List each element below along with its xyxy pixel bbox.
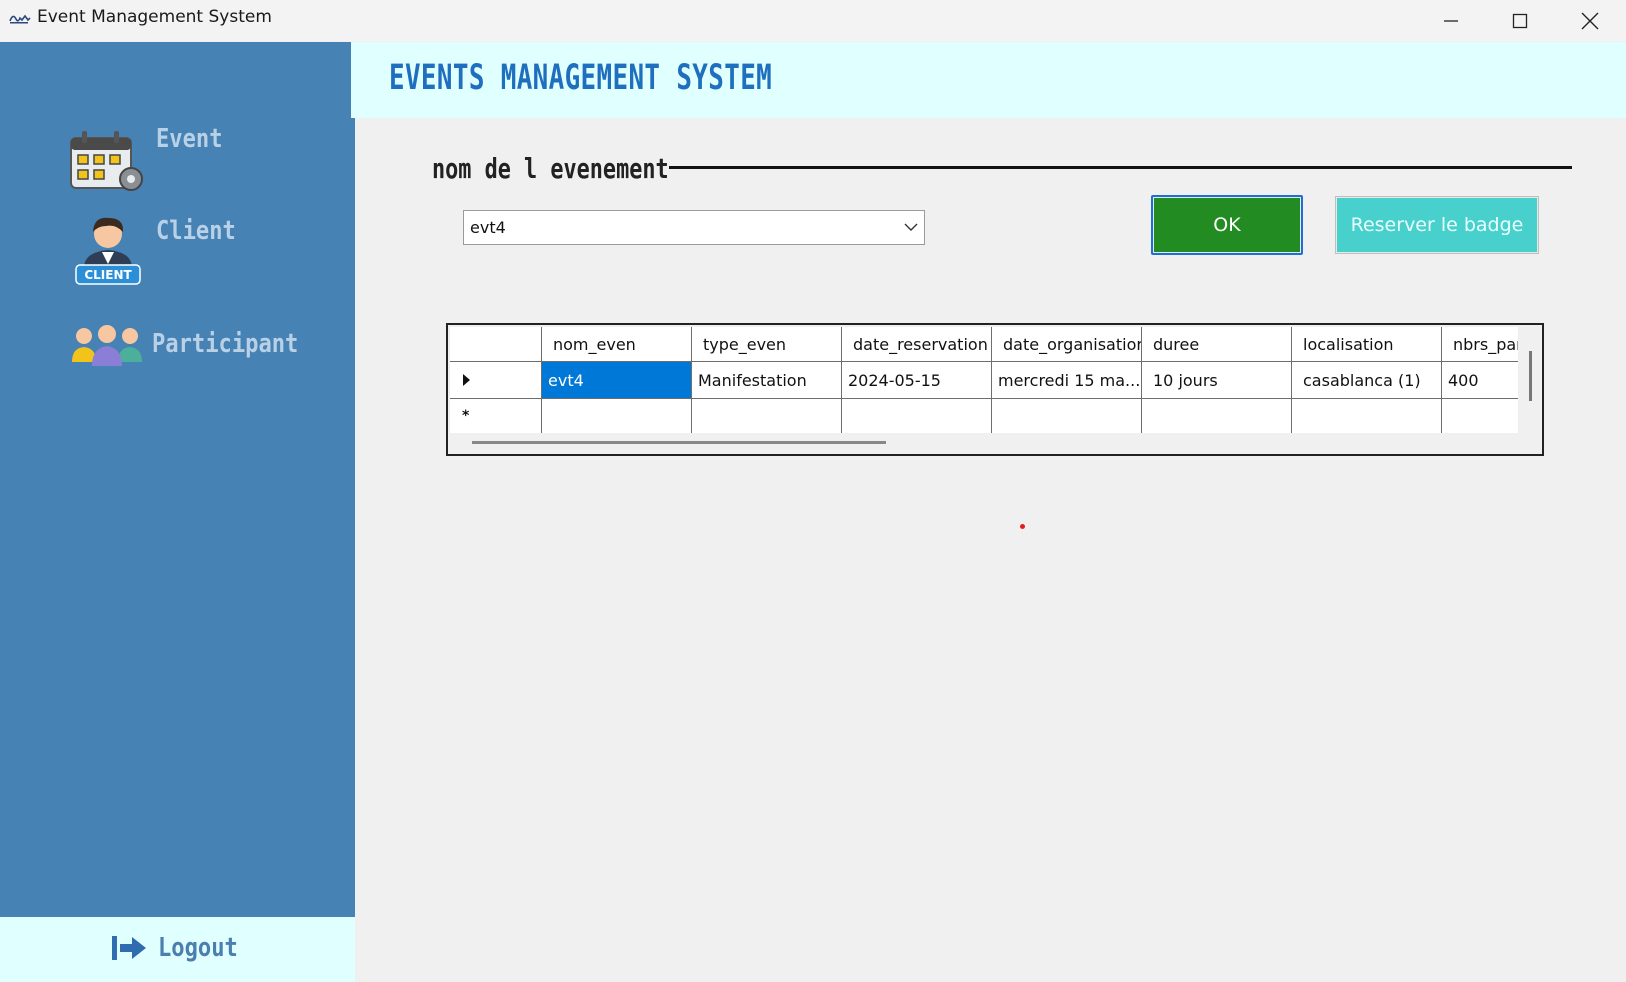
events-grid[interactable]: nom_even type_even date_reservation date… [446,323,1544,456]
event-group-label: nom de l evenement [432,152,669,185]
table-cell[interactable] [842,399,992,433]
new-row-header[interactable]: * [450,399,542,433]
table-cell[interactable] [992,399,1142,433]
calendar-gear-icon [70,131,143,191]
column-header[interactable]: type_even [692,327,842,362]
people-group-icon [72,325,142,366]
table-cell[interactable] [1142,399,1292,433]
column-header[interactable]: date_organisatior [992,327,1142,362]
logout-button[interactable]: Logout [112,933,252,963]
table-cell[interactable] [1292,399,1442,433]
maximize-button[interactable] [1485,0,1555,41]
reserve-badge-button[interactable]: Reserver le badge [1335,196,1539,254]
group-divider [669,166,1572,169]
column-header[interactable]: nom_even [542,327,692,362]
column-header[interactable]: duree [1142,327,1292,362]
maximize-icon [1512,13,1528,28]
horizontal-scrollbar[interactable] [472,441,886,444]
event-select[interactable]: evt4 [463,210,925,245]
minimize-button[interactable] [1416,0,1486,41]
grid-corner [450,327,542,362]
row-pointer-icon [463,374,470,386]
client-avatar-icon: CLIENT [75,217,141,285]
window-title-bar: Event Management System [0,0,1626,41]
column-header[interactable]: localisation [1292,327,1442,362]
table-cell[interactable]: 10 jours [1142,362,1292,399]
ok-button[interactable]: OK [1151,195,1303,255]
table-cell[interactable] [542,399,692,433]
sidebar-item-event[interactable]: Event [68,124,234,194]
app-icon [9,14,31,24]
table-cell[interactable]: Manifestation [692,362,842,399]
red-dot-marker [1020,524,1025,529]
svg-text:CLIENT: CLIENT [84,268,132,282]
table-cell[interactable]: evt4 [542,362,692,399]
close-icon [1581,12,1599,29]
table-cell[interactable]: mercredi 15 ma... [992,362,1142,399]
sidebar-item-participant[interactable]: Participant [68,322,324,366]
table-cell[interactable]: casablanca (1) [1292,362,1442,399]
logout-label: Logout [158,933,238,963]
column-header[interactable]: nbrs_par [1442,327,1518,362]
table-cell[interactable] [692,399,842,433]
page-title: EVENTS MANAGEMENT SYSTEM [389,58,773,98]
sidebar-item-label: Event [156,124,223,154]
window-title: Event Management System [37,7,272,27]
sidebar-item-client[interactable]: CLIENT Client [68,210,250,288]
logout-arrow-icon [112,936,146,960]
table-cell[interactable] [1442,399,1518,433]
table-cell[interactable]: 400 [1442,362,1518,399]
close-button[interactable] [1555,0,1625,41]
sidebar-item-label: Participant [152,329,299,359]
chevron-down-icon [904,223,918,231]
minimize-icon [1444,19,1458,22]
sidebar-item-label: Client [156,216,236,246]
row-header[interactable] [450,362,542,399]
column-header[interactable]: date_reservation [842,327,992,362]
header-banner: EVENTS MANAGEMENT SYSTEM [351,42,1626,118]
table-cell[interactable]: 2024-05-15 [842,362,992,399]
vertical-scrollbar[interactable] [1529,351,1532,401]
event-select-value: evt4 [470,218,506,237]
